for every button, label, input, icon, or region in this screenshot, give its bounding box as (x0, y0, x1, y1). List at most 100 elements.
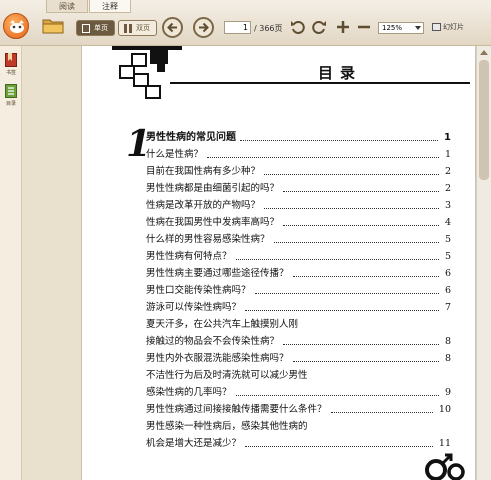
toc-entry-page: 5 (444, 251, 451, 262)
toc-entry-text: 不洁性行为后及时清洗就可以减少男性 (146, 370, 308, 381)
toc-entry-page: 10 (438, 404, 451, 415)
toc-entry-page: 8 (444, 336, 451, 347)
toc-chapter-entry[interactable]: 男性性病的常见问题 1 (146, 131, 451, 145)
next-page-button[interactable] (193, 17, 214, 38)
toc-leader-dots (240, 127, 439, 141)
toc-entry-page: 2 (444, 166, 451, 177)
document-viewer[interactable]: 目录 1 男性性病的常见问题 1 什么是性病？ 1 目前在我国性病有多少种？ 2 男性性病都… (22, 46, 491, 480)
toc-entry-text: 什么是性病？ (146, 149, 204, 160)
toc-entry-text: 男性性病的常见问题 (146, 132, 236, 143)
zoom-out-icon[interactable] (356, 19, 372, 35)
toc-entry-text: 男性性病都是由细菌引起的吗？ (146, 183, 280, 194)
toc-entry-page: 7 (444, 302, 451, 313)
single-page-icon (82, 24, 90, 33)
toc-entry-page: 6 (444, 268, 451, 279)
toc-entry-text: 男性性病有何特点？ (146, 251, 232, 262)
zoom-value: 125% (382, 24, 403, 32)
toc-leader-dots (235, 382, 439, 396)
toc-leader-dots (235, 246, 439, 260)
toc-entry-page: 4 (444, 217, 451, 228)
toc-entry-text: 男性性病通过间接接触传播需要什么条件？ (146, 404, 327, 415)
arrow-left-icon (167, 22, 177, 33)
toc-entry-text: 夏天汗多，在公共汽车上触摸别人刚 (146, 319, 299, 330)
double-page-button[interactable]: 双页 (118, 20, 157, 36)
toc-entry[interactable]: 夏天汗多，在公共汽车上触摸别人刚 (146, 318, 451, 332)
toc-entry-page: 5 (444, 234, 451, 245)
toc-entry-text: 性病是改革开放的产物吗？ (146, 200, 261, 211)
slideshow-icon (432, 23, 441, 31)
toc-leader-dots (292, 348, 439, 362)
toc-entry-text: 男性性病主要通过哪些途径传播？ (146, 268, 289, 279)
slideshow-label: 幻灯片 (443, 23, 464, 31)
sidebar-item-toc[interactable]: 目录 (3, 84, 19, 107)
table-of-contents: 男性性病的常见问题 1 什么是性病？ 1 目前在我国性病有多少种？ 2 男性性病都是由细菌引… (82, 46, 475, 480)
toc-entry-text: 目前在我国性病有多少种？ (146, 166, 261, 177)
toc-entry[interactable]: 男性感染一种性病后，感染其他性病的 (146, 420, 451, 434)
toc-entry[interactable]: 什么是性病？ 1 (146, 148, 451, 162)
tab-strip: 阅读 注释 (46, 0, 132, 13)
vertical-scrollbar[interactable] (476, 46, 491, 480)
toc-entry-page: 1 (444, 132, 451, 143)
toc-entry[interactable]: 不洁性行为后及时清洗就可以减少男性 (146, 369, 451, 383)
toc-leader-dots (283, 212, 439, 226)
toc-entry-text: 接触过的物品会不会传染性病？ (146, 336, 280, 347)
toc-leader-dots (245, 297, 439, 311)
toc-entry[interactable]: 接触过的物品会不会传染性病？ 8 (146, 335, 451, 349)
zoom-in-icon[interactable] (335, 19, 351, 35)
toc-entry-text: 男性口交能传染性病吗？ (146, 285, 251, 296)
toc-leader-dots (254, 280, 439, 294)
toc-leader-dots (283, 178, 439, 192)
double-page-label: 双页 (136, 24, 150, 32)
toc-entry-text: 机会是增大还是减少？ (146, 438, 242, 449)
sidebar-item-bookmarks[interactable]: 书签 (3, 53, 19, 76)
single-page-label: 单页 (94, 24, 108, 32)
toc-entry[interactable]: 游泳可以传染性病吗？ 7 (146, 301, 451, 315)
toc-entry-page: 1 (444, 149, 451, 160)
toc-entry-text: 感染性病的几率吗？ (146, 387, 232, 398)
page-total: / 366页 (254, 24, 283, 33)
toc-entry[interactable]: 男性性病通过间接接触传播需要什么条件？ 10 (146, 403, 451, 417)
toc-leader-dots (292, 263, 439, 277)
toc-entry-page: 3 (444, 200, 451, 211)
toc-entry[interactable]: 目前在我国性病有多少种？ 2 (146, 165, 451, 179)
rotate-left-icon[interactable] (290, 19, 306, 35)
double-page-icon (124, 24, 132, 33)
toc-entry[interactable]: 男性性病有何特点？ 5 (146, 250, 451, 264)
sidebar-item-bookmarks-label: 书签 (5, 70, 16, 76)
toc-entry-page: 11 (438, 438, 451, 449)
toc-entry[interactable]: 什么样的男性容易感染性病？ 5 (146, 233, 451, 247)
table-of-contents-icon (5, 84, 17, 98)
scrollbar-thumb[interactable] (479, 60, 489, 180)
scroll-up-icon[interactable] (480, 50, 488, 55)
toc-entry[interactable]: 男性口交能传染性病吗？ 6 (146, 284, 451, 298)
rotate-right-icon[interactable] (311, 19, 327, 35)
zoom-select[interactable]: 125% (378, 22, 424, 34)
toc-leader-dots (264, 195, 439, 209)
single-page-button[interactable]: 单页 (76, 20, 115, 36)
sidebar-item-toc-label: 目录 (5, 101, 16, 107)
bookmark-icon (5, 53, 17, 67)
app-logo-icon[interactable] (3, 13, 29, 39)
toc-entry[interactable]: 男性性病主要通过哪些途径传播？ 6 (146, 267, 451, 281)
tab-read[interactable]: 阅读 (46, 0, 88, 13)
toc-leader-dots (330, 399, 433, 413)
slideshow-button[interactable]: 幻灯片 (432, 21, 464, 34)
toc-entry-text: 性病在我国男性中发病率高吗？ (146, 217, 280, 228)
toc-entry[interactable]: 男性性病都是由细菌引起的吗？ 2 (146, 182, 451, 196)
toc-entry-page: 2 (444, 183, 451, 194)
toc-entry[interactable]: 感染性病的几率吗？ 9 (146, 386, 451, 400)
toc-entry-page: 9 (444, 387, 451, 398)
toolbar: 阅读 注释 单页 双页 1 / 366页 125% 幻灯片 (0, 0, 491, 46)
toc-entry-text: 什么样的男性容易感染性病？ (146, 234, 270, 245)
toc-entry[interactable]: 男性内外衣服混洗能感染性病吗？ 8 (146, 352, 451, 366)
toc-entry[interactable]: 性病在我国男性中发病率高吗？ 4 (146, 216, 451, 230)
toc-entry[interactable]: 机会是增大还是减少？ 11 (146, 437, 451, 451)
toc-entry-page: 8 (444, 353, 451, 364)
toc-entry-text: 男性感染一种性病后，感染其他性病的 (146, 421, 308, 432)
arrow-right-icon (199, 22, 209, 33)
previous-page-button[interactable] (162, 17, 183, 38)
open-folder-icon[interactable] (42, 18, 64, 34)
toc-entry[interactable]: 性病是改革开放的产物吗？ 3 (146, 199, 451, 213)
tab-annotate[interactable]: 注释 (89, 0, 131, 13)
page-number-input[interactable]: 1 (224, 21, 251, 34)
